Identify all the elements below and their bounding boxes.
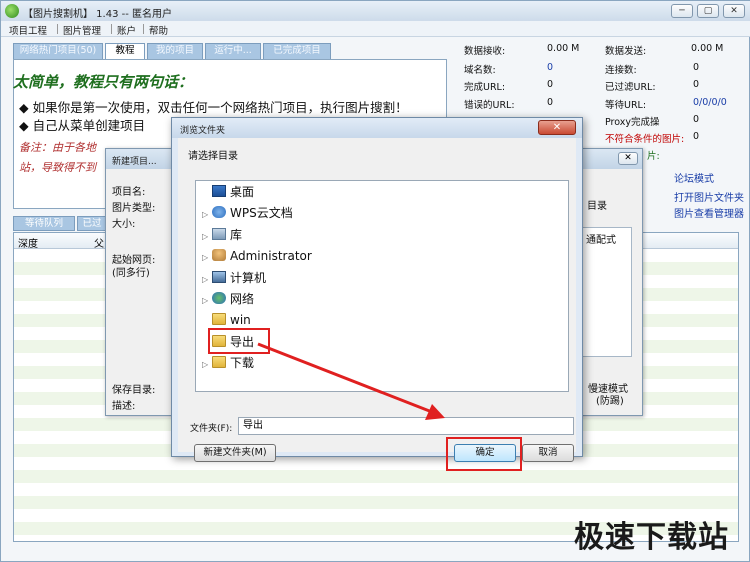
watermark: 极速下载站 (574, 520, 729, 555)
stat-partial-label: 片: (647, 151, 660, 162)
tutorial-note-1: 备注：由于各地 (19, 141, 96, 154)
stat-filtered-label: 已过滤URL: (605, 82, 656, 93)
image-manager-link[interactable]: 图片查看管理器 (674, 205, 744, 220)
folder-icon (212, 356, 226, 368)
library-icon (212, 228, 226, 240)
maximize-button[interactable]: ▢ (697, 4, 719, 18)
stat-waiting-value: 0/0/0/0 (693, 97, 727, 108)
label-multiline: (同多行) (112, 268, 150, 279)
forum-mode-link[interactable]: 论坛模式 (674, 170, 714, 185)
label-directory: 目录 (587, 201, 607, 212)
menu-help[interactable]: 帮助 (149, 23, 168, 37)
stat-filtered-value: 0 (693, 79, 700, 90)
tab-hot-projects[interactable]: 网络热门项目(50) (13, 43, 103, 59)
stat-connections-value: 0 (693, 62, 700, 73)
tab-running[interactable]: 运行中... (205, 43, 261, 59)
stat-domains-label: 域名数: (464, 65, 496, 76)
tree-item-desktop[interactable]: 桌面 (202, 183, 254, 201)
expander-icon[interactable]: ▷ (202, 271, 212, 289)
tree-item-library[interactable]: ▷ 库 (202, 226, 242, 244)
folder-input[interactable]: 导出 (238, 417, 574, 435)
stat-error-url-value: 0 (547, 97, 554, 108)
close-button[interactable]: ✕ (723, 4, 745, 18)
tutorial-headline: 太简单，教程只有两句话： (13, 73, 194, 91)
stat-done-url-value: 0 (547, 79, 554, 90)
stat-sent-label: 数据发送: (605, 46, 647, 57)
tree-item-downloads[interactable]: ▷ 下载 (202, 354, 254, 372)
selected-folder-highlight (208, 328, 270, 354)
stat-done-url-label: 完成URL: (464, 82, 506, 93)
browse-body: 请选择目录 桌面 ▷ WPS云文档 ▷ 库 ▷ Administrator ▷ 计算机 … (178, 138, 576, 471)
stat-sent-value: 0.00 M (691, 43, 724, 54)
expander-icon[interactable]: ▷ (202, 206, 212, 224)
menu-images[interactable]: 图片管理 (63, 23, 101, 37)
tab-done-queue[interactable]: 已过 (77, 216, 107, 231)
label-image-type: 图片类型: (112, 203, 156, 214)
wildcard-box[interactable] (582, 227, 632, 357)
label-size: 大小: (112, 219, 136, 230)
browse-title-bar: 浏览文件夹 ✕ (172, 118, 582, 138)
label-description: 描述: (112, 401, 136, 412)
menu-account[interactable]: 账户 (117, 23, 136, 37)
tree-item-network[interactable]: ▷ 网络 (202, 290, 254, 308)
tree-item-computer[interactable]: ▷ 计算机 (202, 269, 266, 287)
new-folder-button[interactable]: 新建文件夹(M) (194, 444, 276, 462)
network-icon (212, 292, 226, 304)
stat-rejected-label: 不符合条件的图片: (605, 134, 685, 145)
title-bar: 【图片搜割机】 1.43 -- 匿名用户 ─ ▢ ✕ (1, 1, 750, 21)
menu-project[interactable]: 项目工程 (9, 23, 47, 37)
label-anti-kick: (防踢) (596, 396, 624, 407)
new-project-close-button[interactable]: ✕ (618, 152, 638, 165)
expander-icon[interactable]: ▷ (202, 292, 212, 310)
ok-button-highlight (446, 437, 522, 471)
stat-received-value: 0.00 M (547, 43, 580, 54)
tree-item-win[interactable]: win (202, 311, 251, 329)
tree-item-administrator[interactable]: ▷ Administrator (202, 247, 312, 265)
user-folder-icon (212, 249, 226, 261)
browse-close-button[interactable]: ✕ (538, 120, 576, 135)
minimize-button[interactable]: ─ (671, 4, 693, 18)
tab-tutorial[interactable]: 教程 (105, 43, 145, 60)
browse-prompt: 请选择目录 (188, 151, 238, 162)
stat-domains-value: 0 (547, 62, 554, 73)
new-project-title: 新建项目... (112, 157, 157, 167)
label-project-name: 项目名: (112, 187, 146, 198)
browse-title: 浏览文件夹 (180, 126, 226, 136)
folder-tree[interactable]: 桌面 ▷ WPS云文档 ▷ 库 ▷ Administrator ▷ 计算机 ▷ 网络 wi… (195, 180, 569, 392)
stat-rejected-value: 0 (693, 131, 700, 142)
stat-proxy-value: 0 (693, 114, 700, 125)
stat-error-url-label: 错误的URL: (464, 100, 515, 111)
app-icon (5, 4, 19, 18)
tree-item-wps-cloud[interactable]: ▷ WPS云文档 (202, 204, 293, 222)
expander-icon[interactable]: ▷ (202, 249, 212, 267)
computer-icon (212, 271, 226, 283)
tutorial-note-2: 站，导致得不到 (19, 161, 96, 174)
stat-received-label: 数据接收: (464, 46, 506, 57)
stat-proxy-label: Proxy完成操 (605, 117, 660, 128)
folder-icon (212, 313, 226, 325)
browse-folder-dialog: 浏览文件夹 ✕ 请选择目录 桌面 ▷ WPS云文档 ▷ 库 ▷ Administrat… (171, 117, 583, 471)
tab-waiting-queue[interactable]: 等待队列 (13, 216, 75, 231)
tutorial-line-1: ◆ 如果你是第一次使用，双击任何一个网络热门项目，执行图片搜割！ (19, 100, 408, 115)
folder-label: 文件夹(F): (190, 424, 233, 434)
stat-connections-label: 连接数: (605, 65, 637, 76)
desktop-icon (212, 185, 226, 197)
stat-waiting-label: 等待URL: (605, 100, 647, 111)
label-wildcard: 通配式 (586, 235, 616, 246)
tab-my-projects[interactable]: 我的项目 (147, 43, 203, 59)
expander-icon[interactable]: ▷ (202, 228, 212, 246)
cancel-button[interactable]: 取消 (522, 444, 574, 462)
open-image-folder-link[interactable]: 打开图片文件夹 (674, 189, 744, 204)
tutorial-line-2: ◆ 自己从菜单创建项目 (19, 118, 146, 133)
column-parent[interactable]: 父 (94, 235, 104, 250)
tab-completed[interactable]: 已完成项目 (263, 43, 331, 59)
cloud-icon (212, 206, 226, 218)
expander-icon[interactable]: ▷ (202, 356, 212, 374)
window-title: 【图片搜割机】 1.43 -- 匿名用户 (23, 9, 173, 20)
menu-bar: 项目工程 图片管理 账户 帮助 (1, 21, 750, 37)
column-depth[interactable]: 深度 (18, 235, 38, 250)
label-save-dir: 保存目录: (112, 385, 156, 396)
